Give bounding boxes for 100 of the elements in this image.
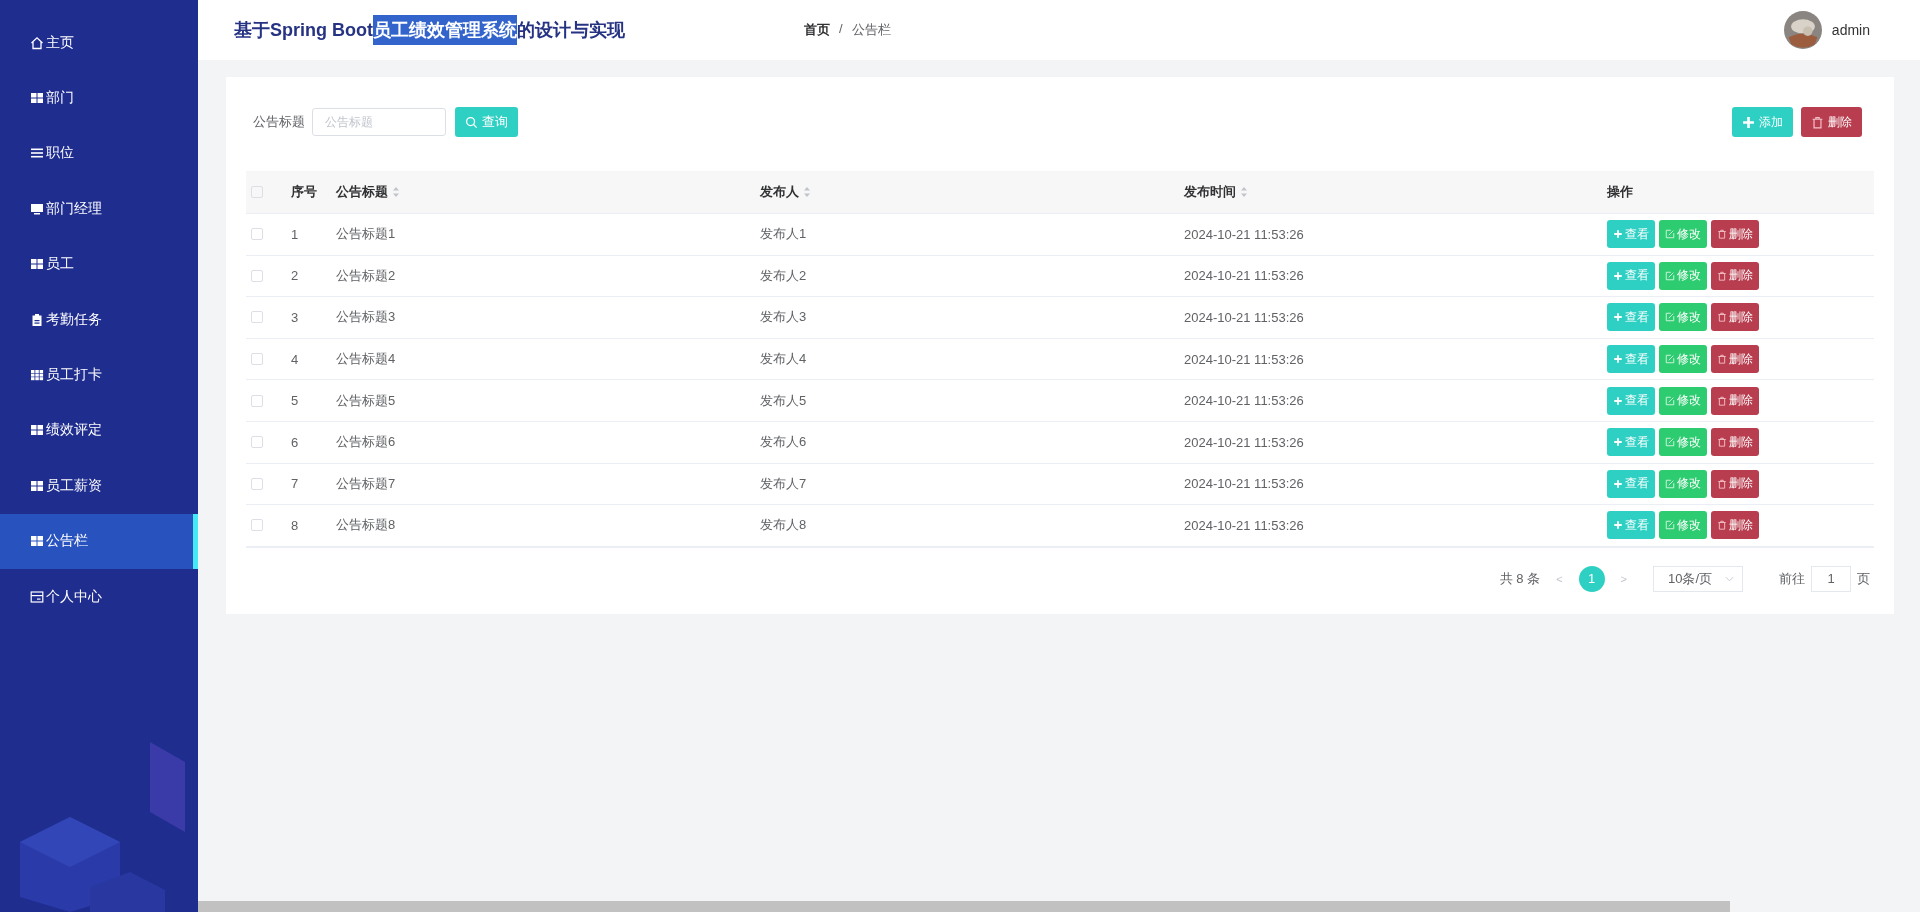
grid-icon bbox=[30, 478, 44, 493]
trash-icon bbox=[1717, 354, 1727, 365]
sort-icon[interactable] bbox=[1240, 186, 1248, 198]
breadcrumb-separator: / bbox=[839, 21, 843, 38]
edit-icon bbox=[1665, 520, 1675, 531]
table-cell: 公告标题4 bbox=[336, 350, 396, 369]
nav-item[interactable]: 部门 bbox=[0, 70, 198, 126]
nav-item[interactable]: 部门经理 bbox=[0, 181, 198, 237]
total-count: 共 8 条 bbox=[1499, 569, 1541, 588]
trash-icon bbox=[1717, 437, 1727, 448]
table-cell: 6 bbox=[291, 434, 299, 450]
user-name[interactable]: admin bbox=[1831, 22, 1870, 38]
delete-button[interactable]: 删除 bbox=[1711, 428, 1759, 457]
plus-icon bbox=[1613, 312, 1623, 323]
delete-button[interactable]: 删除 bbox=[1711, 511, 1759, 540]
page-suffix: 页 bbox=[1857, 569, 1870, 588]
edit-icon bbox=[1665, 354, 1675, 365]
table-cell: 2024-10-21 11:53:26 bbox=[1184, 310, 1304, 325]
table-cell: 公告标题3 bbox=[336, 308, 396, 327]
clipboard-icon bbox=[30, 312, 44, 327]
edit-icon bbox=[1665, 312, 1675, 323]
page-input[interactable]: 1 bbox=[1811, 565, 1851, 592]
table-cell: 8 bbox=[291, 517, 299, 533]
edit-icon bbox=[1665, 395, 1675, 406]
table-cell: 1 bbox=[291, 226, 299, 242]
nav-item[interactable]: 公告栏 bbox=[0, 513, 198, 569]
table-cell: 发布人3 bbox=[760, 308, 807, 327]
grid-icon bbox=[30, 91, 44, 106]
table-cell: 发布人5 bbox=[760, 391, 807, 410]
plus-icon bbox=[1613, 478, 1623, 489]
monitor-icon bbox=[30, 201, 44, 216]
delete-button[interactable]: 删除 bbox=[1711, 220, 1759, 249]
plus-icon bbox=[1613, 354, 1623, 365]
row-checkbox[interactable] bbox=[251, 477, 263, 490]
trash-icon bbox=[1717, 520, 1727, 531]
table-cell: 2024-10-21 11:53:26 bbox=[1184, 226, 1304, 242]
table-cell: 7 bbox=[291, 476, 299, 492]
table-cell: 发布人8 bbox=[760, 516, 807, 535]
edit-icon bbox=[1665, 229, 1675, 240]
breadcrumb-item[interactable]: 首页 bbox=[804, 21, 830, 39]
row-checkbox[interactable] bbox=[251, 228, 263, 241]
sort-icon[interactable] bbox=[392, 186, 400, 198]
delete-button[interactable]: 删除 bbox=[1711, 261, 1759, 290]
page-size-select[interactable]: 10条/页 bbox=[1653, 565, 1743, 592]
row-checkbox[interactable] bbox=[251, 519, 263, 532]
goto-label: 前往 bbox=[1779, 569, 1805, 588]
nav-item[interactable]: 个人中心 bbox=[0, 568, 198, 625]
table-cell: 发布人2 bbox=[760, 266, 807, 285]
sort-icon[interactable] bbox=[803, 186, 811, 198]
search-label: 公告标题 bbox=[253, 113, 305, 131]
column-header: 发布人 bbox=[760, 183, 799, 201]
nav-item[interactable]: 员工薪资 bbox=[0, 458, 198, 514]
table-cell: 公告标题5 bbox=[336, 391, 396, 410]
table-cell: 发布人1 bbox=[760, 225, 807, 244]
user-avatar[interactable] bbox=[1783, 11, 1822, 49]
delete-button[interactable]: 删除 bbox=[1711, 303, 1759, 332]
row-checkbox[interactable] bbox=[251, 436, 263, 449]
table-cell: 公告标题8 bbox=[336, 516, 396, 535]
nav-item[interactable]: 员工打卡 bbox=[0, 347, 198, 403]
delete-button[interactable]: 删除 bbox=[1801, 107, 1862, 137]
list-icon bbox=[30, 146, 44, 161]
plus-icon bbox=[1613, 437, 1623, 448]
trash-icon bbox=[1717, 478, 1727, 489]
delete-button[interactable]: 删除 bbox=[1711, 386, 1759, 415]
table-cell: 2024-10-21 11:53:26 bbox=[1184, 393, 1304, 409]
grid-icon bbox=[30, 534, 44, 549]
search-field[interactable]: 公告标题 bbox=[312, 108, 446, 136]
grid-icon bbox=[30, 423, 44, 438]
table-cell: 3 bbox=[291, 310, 299, 325]
horizontal-scrollbar[interactable] bbox=[198, 901, 1730, 912]
table-cell: 发布人7 bbox=[760, 474, 807, 493]
column-header: 操作 bbox=[1607, 183, 1633, 201]
breadcrumb-item: 公告栏 bbox=[851, 21, 891, 39]
row-checkbox[interactable] bbox=[251, 394, 263, 407]
row-checkbox[interactable] bbox=[251, 311, 263, 324]
table-cell: 公告标题1 bbox=[336, 225, 396, 244]
column-header: 公告标题 bbox=[336, 183, 388, 201]
column-header: 发布时间 bbox=[1184, 183, 1236, 201]
row-checkbox[interactable] bbox=[251, 269, 263, 282]
select-all-checkbox[interactable] bbox=[251, 186, 263, 198]
delete-button[interactable]: 删除 bbox=[1711, 345, 1759, 374]
nav-item[interactable]: 主页 bbox=[0, 15, 198, 71]
nav-item[interactable]: 考勤任务 bbox=[0, 291, 198, 348]
row-checkbox[interactable] bbox=[251, 353, 263, 366]
table-cell: 2024-10-21 11:53:26 bbox=[1184, 351, 1304, 367]
plus-icon bbox=[1613, 395, 1623, 406]
edit-icon bbox=[1665, 270, 1675, 281]
table-cell: 4 bbox=[291, 351, 299, 367]
table-cell: 2 bbox=[291, 268, 299, 284]
table-cell: 2024-10-21 11:53:26 bbox=[1184, 476, 1304, 492]
grid-icon bbox=[30, 368, 44, 383]
table-cell: 公告标题2 bbox=[336, 266, 396, 285]
plus-icon bbox=[1742, 115, 1755, 129]
nav-item[interactable]: 职位 bbox=[0, 125, 198, 182]
column-header: 序号 bbox=[291, 183, 317, 201]
plus-icon bbox=[1613, 229, 1623, 240]
trash-icon bbox=[1717, 270, 1727, 281]
delete-button[interactable]: 删除 bbox=[1711, 469, 1759, 498]
nav-item[interactable]: 绩效评定 bbox=[0, 402, 198, 459]
nav-item[interactable]: 员工 bbox=[0, 236, 198, 292]
